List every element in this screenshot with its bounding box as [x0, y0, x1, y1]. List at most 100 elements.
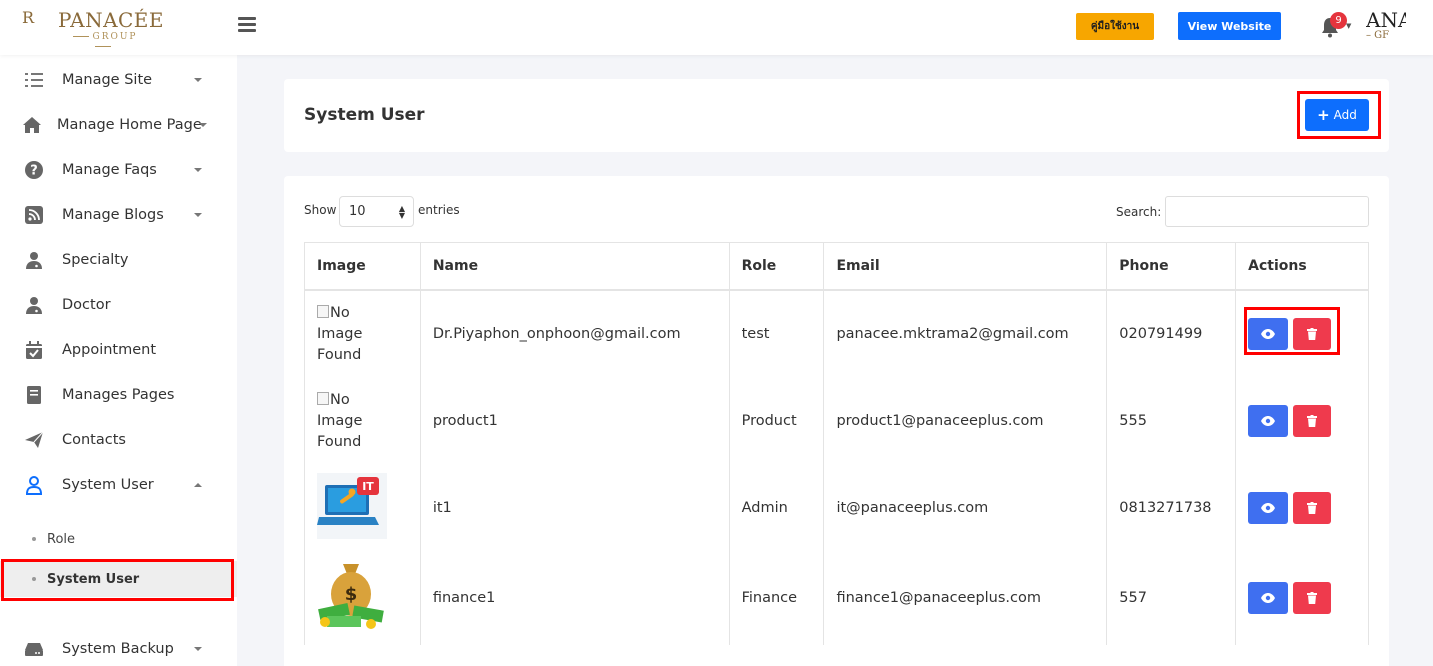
- user-phone-cell: 557: [1106, 551, 1237, 645]
- table-row: No Image Found product1 Product product1@p…: [304, 377, 1369, 465]
- select-arrows-icon: ▲ ▼: [398, 204, 405, 220]
- sidebar-item-system-backup[interactable]: System Backup: [0, 629, 237, 666]
- sidebar-item-label: Manage Blogs: [62, 207, 164, 223]
- delete-button[interactable]: [1293, 582, 1332, 614]
- user-phone-cell: 555: [1106, 377, 1237, 465]
- column-header-phone[interactable]: Phone: [1106, 242, 1237, 291]
- panacee-logo[interactable]: R PANACÉE GROUP: [22, 8, 164, 46]
- user-name-cell: product1: [419, 377, 730, 465]
- hamburger-menu-icon[interactable]: [238, 17, 256, 33]
- view-button[interactable]: [1248, 405, 1289, 437]
- sidebar-item-system-user[interactable]: System User: [0, 465, 237, 505]
- column-header-role[interactable]: Role: [728, 242, 825, 291]
- page-title: System User: [304, 105, 425, 125]
- money-bag-icon: $: [317, 560, 385, 632]
- sidebar-item-doctor[interactable]: Doctor: [0, 285, 237, 325]
- user-avatar-logo[interactable]: ANA – GF: [1366, 8, 1406, 48]
- sidebar-item-label: Doctor: [62, 297, 111, 313]
- broken-image-placeholder: No Image Found: [317, 304, 363, 363]
- column-header-email[interactable]: Email: [823, 242, 1108, 291]
- trash-icon: [1307, 415, 1318, 427]
- svg-text:IT: IT: [362, 480, 374, 493]
- sidebar-item-label: Manage Home Page: [57, 117, 202, 133]
- user-role-cell: Finance: [728, 551, 825, 645]
- user-email-cell: finance1@panaceeplus.com: [823, 551, 1108, 645]
- broken-image-icon: [317, 304, 329, 318]
- chevron-down-icon: [194, 168, 202, 172]
- logo-monogram: R: [22, 8, 34, 27]
- notification-badge: 9: [1330, 12, 1347, 29]
- user-phone-cell: 0813271738: [1106, 464, 1237, 552]
- sidebar-item-contacts[interactable]: Contacts: [0, 420, 237, 460]
- broken-image-icon: [317, 391, 329, 405]
- chevron-down-icon: [199, 123, 207, 127]
- user-email-cell: it@panaceeplus.com: [823, 464, 1108, 552]
- delete-button[interactable]: [1293, 492, 1332, 524]
- delete-button[interactable]: [1293, 405, 1332, 437]
- entries-select[interactable]: 10 ▲ ▼: [339, 196, 414, 227]
- chevron-down-icon[interactable]: ▼: [1346, 22, 1351, 30]
- svg-text:?: ?: [30, 164, 38, 179]
- search-input[interactable]: [1165, 196, 1369, 227]
- user-role-cell: Admin: [728, 464, 825, 552]
- sidebar-item-label: System User: [62, 477, 154, 493]
- user-image-cell: $: [304, 551, 421, 645]
- chevron-down-icon: [194, 647, 202, 651]
- chevron-up-icon: [194, 483, 202, 487]
- sidebar-item-label: System Backup: [62, 641, 174, 657]
- logo-subtitle: GROUP: [58, 32, 148, 52]
- sidebar-item-manages-pages[interactable]: Manages Pages: [0, 375, 237, 415]
- table-card: Show 10 ▲ ▼ entries Search: Image Name Ro…: [284, 176, 1389, 666]
- user-image-cell: IT: [304, 464, 421, 552]
- svg-text:$: $: [345, 584, 358, 605]
- book-icon: [27, 386, 41, 404]
- actions-cell: [1235, 464, 1369, 552]
- user-logo-text: ANA: [1366, 8, 1406, 32]
- chevron-down-icon: [194, 78, 202, 82]
- sidebar-subitem-label: Role: [47, 531, 76, 547]
- sidebar-item-appointment[interactable]: Appointment: [0, 330, 237, 370]
- chevron-down-icon: [194, 213, 202, 217]
- highlight-box-actions: [1244, 307, 1340, 355]
- sidebar-item-label: Manage Site: [62, 72, 153, 88]
- users-table: Image Name Role Email Phone Actions No Im…: [304, 242, 1369, 645]
- column-header-name[interactable]: Name: [419, 242, 730, 291]
- paper-plane-icon: [25, 431, 44, 448]
- user-role-cell: test: [728, 289, 825, 378]
- user-name-cell: it1: [419, 464, 730, 552]
- highlight-box-sidebar: [1, 559, 234, 601]
- actions-cell: [1235, 551, 1369, 645]
- broken-image-placeholder: No Image Found: [317, 391, 363, 450]
- user-phone-cell: 020791499: [1106, 289, 1237, 378]
- highlight-box-add: [1297, 91, 1381, 139]
- sidebar-subitem-role[interactable]: Role: [0, 521, 237, 557]
- sidebar-item-manage-blogs[interactable]: Manage Blogs: [0, 195, 237, 235]
- user-email-cell: panacee.mktrama2@gmail.com: [823, 289, 1108, 378]
- it-laptop-icon: IT: [317, 473, 387, 539]
- sidebar-item-label: Appointment: [62, 342, 157, 358]
- view-button[interactable]: [1248, 582, 1289, 614]
- manual-button[interactable]: คู่มือใช้งาน: [1076, 13, 1154, 40]
- column-header-image[interactable]: Image: [304, 242, 421, 291]
- table-row: $ finance1 Finance finance1@panaceeplus.…: [304, 551, 1369, 645]
- sidebar-item-manage-site[interactable]: Manage Site: [0, 60, 237, 100]
- sidebar-item-manage-home-page[interactable]: Manage Home Page: [0, 105, 237, 145]
- user-doctor-icon: [26, 252, 42, 269]
- view-button[interactable]: [1248, 492, 1289, 524]
- user-image-cell: No Image Found: [304, 377, 421, 465]
- trash-icon: [1307, 502, 1318, 514]
- top-bar: R PANACÉE GROUP คู่มือใช้งาน View Websit…: [0, 0, 1433, 55]
- sidebar-item-manage-faqs[interactable]: ? Manage Faqs: [0, 150, 237, 190]
- view-website-button[interactable]: View Website: [1178, 12, 1281, 40]
- sidebar-item-label: Manage Faqs: [62, 162, 157, 178]
- eye-icon: [1261, 503, 1276, 513]
- home-icon: [23, 117, 41, 133]
- question-icon: ?: [25, 161, 43, 179]
- page-header-card: System User + Add: [284, 79, 1389, 152]
- table-header-row: Image Name Role Email Phone Actions: [304, 242, 1369, 291]
- sidebar-item-specialty[interactable]: Specialty: [0, 240, 237, 280]
- eye-icon: [1261, 593, 1276, 603]
- entries-label: entries: [418, 203, 460, 217]
- table-row: No Image Found Dr.Piyaphon_onphoon@gmail.c…: [304, 289, 1369, 378]
- column-header-actions: Actions: [1235, 242, 1369, 291]
